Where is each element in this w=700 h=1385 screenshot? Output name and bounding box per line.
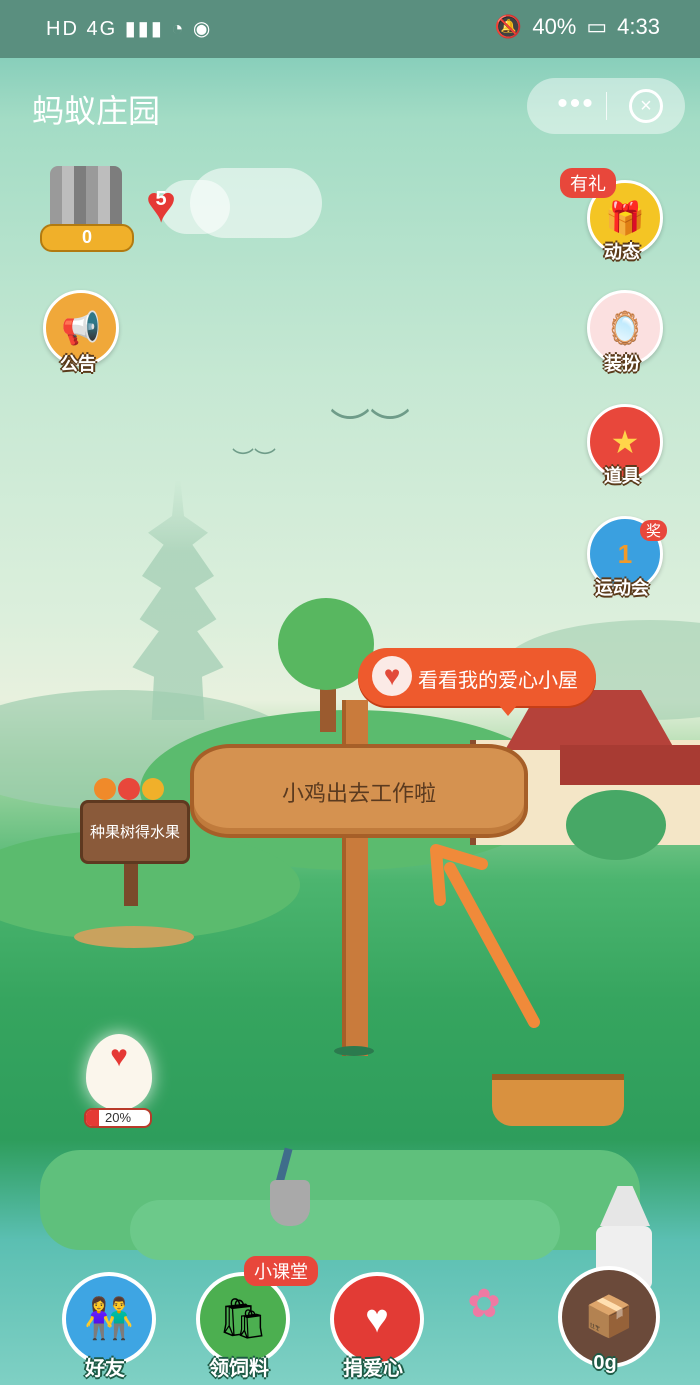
props-label: 道具 bbox=[604, 466, 640, 486]
feed-badge: 小课堂 bbox=[244, 1256, 318, 1286]
egg-progress-text: 20% bbox=[104, 1110, 132, 1125]
egg-progress-bar: 20% bbox=[84, 1108, 152, 1128]
bird-icon: ︶︶ bbox=[330, 407, 410, 451]
pagoda-silhouette bbox=[132, 480, 224, 720]
dress-up-label: 装扮 bbox=[604, 354, 640, 374]
user-avatar-area[interactable]: 0 bbox=[40, 158, 134, 254]
sports-badge: 奖 bbox=[640, 520, 668, 541]
feed-bag-icon: 🛍 bbox=[217, 1297, 269, 1341]
love-house-bubble[interactable]: ♥ 看看我的爱心小屋 bbox=[358, 648, 596, 716]
status-icons: HD 4G ▮▮▮ ◔ ◉ bbox=[46, 18, 213, 40]
mute-icon: 🔕 bbox=[494, 14, 523, 39]
main-signboard: 小鸡出去工作啦 bbox=[190, 744, 528, 838]
heart-icon: ♥ bbox=[372, 656, 412, 696]
dynamics-badge: 有礼 bbox=[560, 168, 616, 198]
battery-percent: 40% bbox=[532, 14, 577, 39]
bird-icon: ︶︶ bbox=[232, 447, 277, 472]
announcement-label: 公告 bbox=[60, 354, 96, 374]
sports-label: 运动会 bbox=[595, 578, 649, 598]
ground-ledge bbox=[130, 1200, 560, 1260]
feed-amount-label: 0g bbox=[593, 1352, 617, 1374]
fruit-sign-text: 种果树得水果 bbox=[89, 824, 180, 841]
heart-icon: ♥ bbox=[365, 1297, 389, 1341]
heart-icon: ♥ bbox=[110, 1040, 128, 1073]
level-badge: 0 bbox=[40, 224, 134, 252]
battery-icon: ▭ bbox=[586, 14, 608, 39]
bush bbox=[566, 790, 666, 860]
fruits-decoration bbox=[94, 778, 170, 802]
dirt-mound bbox=[74, 926, 194, 948]
status-bar: HD 4G ▮▮▮ ◔ ◉ 🔕 40% ▭ 4:33 bbox=[0, 0, 700, 58]
clock: 4:33 bbox=[617, 14, 660, 39]
love-house-text: 看看我的爱心小屋 bbox=[418, 670, 578, 692]
food-basket[interactable] bbox=[492, 1074, 624, 1126]
feed-label: 领饲料 bbox=[209, 1358, 269, 1380]
main-sign-text: 小鸡出去工作啦 bbox=[281, 781, 436, 806]
bubble-tail bbox=[498, 704, 518, 716]
app-title: 蚂蚁庄园 bbox=[32, 93, 161, 129]
feed-box-icon: 📦 bbox=[584, 1295, 634, 1339]
friends-icon: 👫 bbox=[84, 1297, 134, 1341]
arrow-annotation bbox=[430, 844, 540, 1028]
friends-label: 好友 bbox=[85, 1358, 125, 1380]
dynamics-label: 动态 bbox=[604, 242, 640, 262]
fruit-tree-sign[interactable]: 种果树得水果 bbox=[80, 800, 190, 864]
status-right: 🔕 40% ▭ 4:33 bbox=[485, 14, 660, 40]
donate-label: 捐爱心 bbox=[343, 1358, 403, 1380]
close-miniapp-button[interactable]: × bbox=[629, 89, 663, 123]
shovel-icon[interactable] bbox=[270, 1180, 310, 1226]
miniapp-capsule: ••• × bbox=[527, 78, 685, 134]
capsule-divider bbox=[606, 92, 607, 120]
lotus-flower: ✿ bbox=[467, 1282, 501, 1326]
signpost-base bbox=[334, 1046, 374, 1056]
more-menu-button[interactable]: ••• bbox=[549, 86, 603, 126]
farm-scene: HD 4G ▮▮▮ ◔ ◉ 🔕 40% ▭ 4:33 蚂蚁庄园 ••• × 0 ♥ 5… bbox=[0, 0, 700, 1385]
heart-count: 5 bbox=[155, 188, 167, 210]
house-roof bbox=[560, 745, 700, 785]
